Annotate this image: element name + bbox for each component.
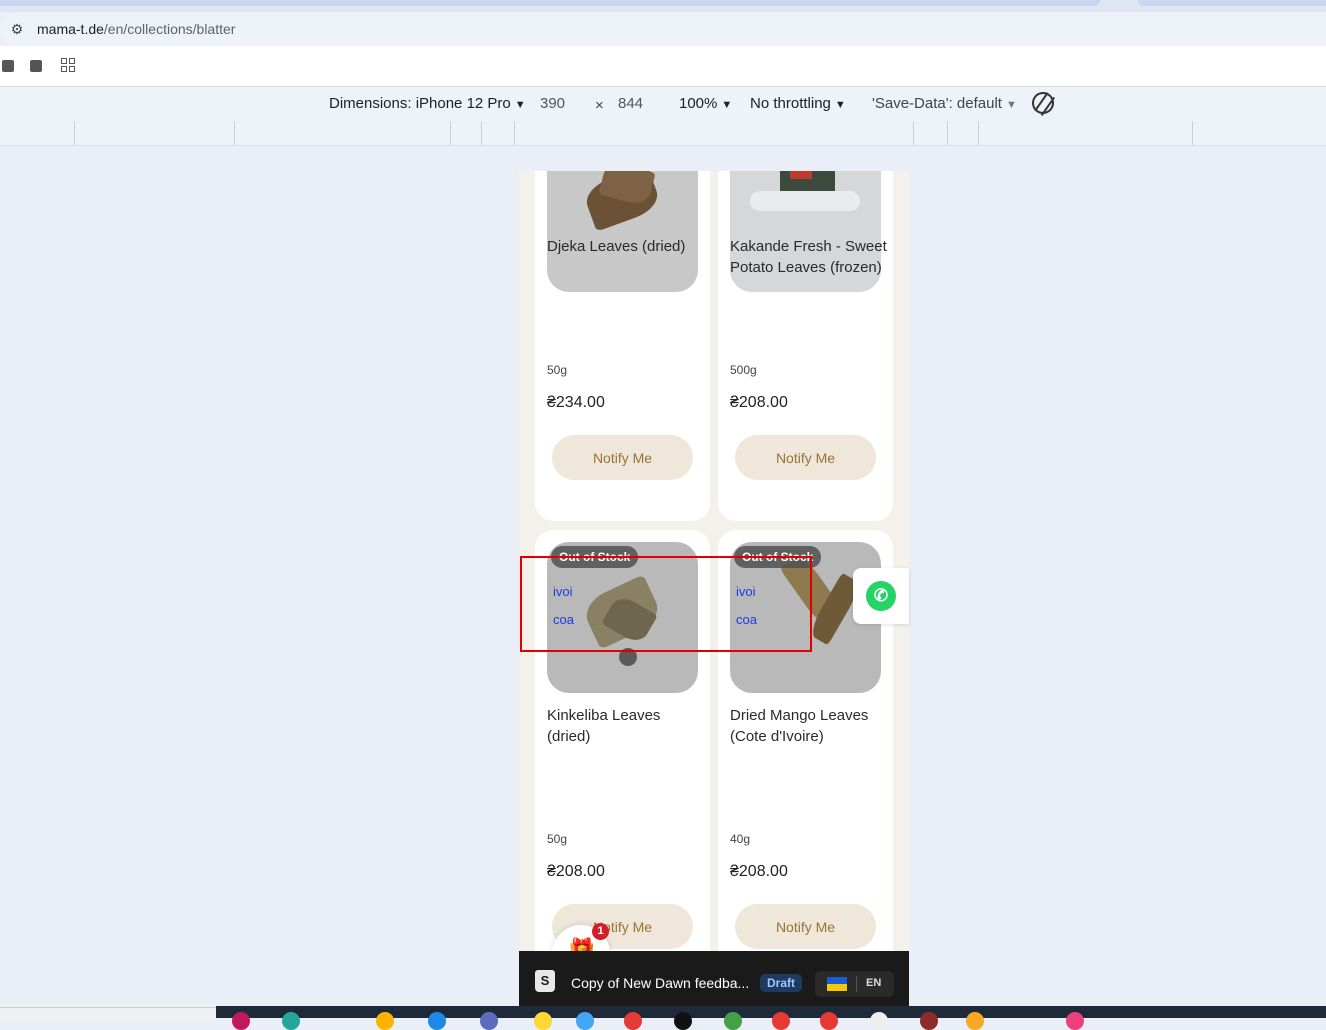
media-query-ruler bbox=[0, 121, 1326, 146]
url-text[interactable]: mama-t.de/en/collections/blatter bbox=[37, 21, 235, 37]
app-icon[interactable] bbox=[1066, 1012, 1084, 1030]
chevron-down-icon: ▼ bbox=[1005, 99, 1017, 111]
product-title[interactable]: Kakande Fresh - Sweet Potato Leaves (fro… bbox=[730, 236, 888, 278]
product-image[interactable] bbox=[547, 171, 698, 292]
app-icon[interactable] bbox=[576, 1012, 594, 1030]
product-price: ₴234.00 bbox=[547, 394, 605, 411]
tab-strip bbox=[0, 0, 1326, 12]
theme-name[interactable]: Copy of New Dawn feedba... bbox=[571, 975, 749, 991]
whatsapp-icon: ✆ bbox=[866, 581, 896, 611]
shopify-preview-bar: S Copy of New Dawn feedba... Draft EN bbox=[519, 951, 909, 1007]
chevron-down-icon: ▼ bbox=[834, 99, 846, 111]
times-icon: × bbox=[595, 97, 604, 114]
chrome-icon[interactable] bbox=[624, 1012, 642, 1030]
zoom-label: 100% bbox=[679, 95, 718, 112]
gift-count-badge: 1 bbox=[592, 923, 609, 940]
save-data-select[interactable]: 'Save-Data': default ▼ bbox=[872, 95, 1017, 112]
product-weight: 500g bbox=[730, 363, 757, 377]
dimensions-label: Dimensions: iPhone 12 Pro bbox=[329, 95, 511, 112]
app-icon[interactable] bbox=[534, 1012, 552, 1030]
product-title[interactable]: Djeka Leaves (dried) bbox=[547, 236, 705, 257]
dimensions-select[interactable]: Dimensions: iPhone 12 Pro ▼ bbox=[329, 95, 526, 112]
whatsapp-button[interactable]: ✆ bbox=[853, 568, 909, 624]
grid-icon[interactable] bbox=[61, 58, 75, 72]
product-title[interactable]: Dried Mango Leaves (Cote d'Ivoire) bbox=[730, 705, 888, 747]
notify-me-button[interactable]: Notify Me bbox=[735, 435, 876, 480]
site-settings-icon[interactable]: ⚙ bbox=[8, 21, 26, 37]
address-bar: ⚙ mama-t.de/en/collections/blatter bbox=[0, 12, 1326, 46]
draft-badge: Draft bbox=[760, 974, 803, 992]
locale-code: EN bbox=[866, 977, 882, 989]
tab-other[interactable] bbox=[1138, 0, 1326, 6]
chevron-down-icon: ▼ bbox=[721, 99, 733, 111]
device-toggle-icon[interactable] bbox=[30, 60, 42, 72]
selection-highlight bbox=[520, 556, 812, 652]
url-path: /en/collections/blatter bbox=[103, 21, 236, 37]
product-price: ₴208.00 bbox=[730, 863, 788, 880]
product-price: ₴208.00 bbox=[730, 394, 788, 411]
ukraine-flag-icon bbox=[827, 977, 847, 991]
product-weight: 40g bbox=[730, 832, 751, 846]
notify-me-button[interactable]: Notify Me bbox=[735, 904, 876, 949]
devtools-toolbar bbox=[0, 46, 1326, 86]
device-toolbar: Dimensions: iPhone 12 Pro ▼ 390 × 844 100… bbox=[0, 86, 1326, 122]
app-icon[interactable] bbox=[674, 1012, 692, 1030]
app-icon[interactable] bbox=[772, 1012, 790, 1030]
notify-me-button[interactable]: Notify Me bbox=[552, 435, 693, 480]
zoom-select[interactable]: 100% ▼ bbox=[679, 95, 732, 112]
app-icon[interactable] bbox=[920, 1012, 938, 1030]
product-weight: 50g bbox=[547, 363, 568, 377]
omnibox[interactable]: ⚙ mama-t.de/en/collections/blatter bbox=[0, 12, 1326, 46]
throttling-label: No throttling bbox=[750, 95, 831, 112]
app-icon[interactable] bbox=[966, 1012, 984, 1030]
app-icon[interactable] bbox=[724, 1012, 742, 1030]
height-input[interactable]: 844 bbox=[618, 95, 643, 112]
app-icon[interactable] bbox=[282, 1012, 300, 1030]
width-input[interactable]: 390 bbox=[540, 95, 565, 112]
taskbar-start-area bbox=[0, 1007, 216, 1019]
divider bbox=[856, 976, 857, 992]
app-icon[interactable] bbox=[232, 1012, 250, 1030]
chevron-down-icon: ▼ bbox=[514, 99, 526, 111]
app-icon[interactable] bbox=[480, 1012, 498, 1030]
app-icon[interactable] bbox=[820, 1012, 838, 1030]
locale-selector[interactable]: EN bbox=[815, 971, 894, 997]
inspect-element-icon[interactable] bbox=[2, 60, 14, 72]
throttling-select[interactable]: No throttling ▼ bbox=[750, 95, 846, 112]
app-icon[interactable] bbox=[870, 1012, 888, 1030]
save-data-label: 'Save-Data': default bbox=[872, 95, 1002, 112]
product-price: ₴208.00 bbox=[547, 863, 605, 880]
product-title[interactable]: Kinkeliba Leaves (dried) bbox=[547, 705, 705, 747]
rotate-icon[interactable] bbox=[1027, 87, 1059, 119]
url-host: mama-t.de bbox=[37, 21, 104, 37]
product-card[interactable]: Kakande Fresh - Sweet Potato Leaves (fro… bbox=[718, 171, 893, 521]
product-weight: 50g bbox=[547, 832, 568, 846]
taskbar bbox=[216, 1006, 1326, 1030]
tab-active[interactable] bbox=[0, 0, 1100, 6]
product-card[interactable]: Djeka Leaves (dried) 50g ₴234.00 Notify … bbox=[535, 171, 710, 521]
shopify-bag-icon[interactable]: S bbox=[535, 970, 555, 992]
app-icon[interactable] bbox=[376, 1012, 394, 1030]
app-icon[interactable] bbox=[428, 1012, 446, 1030]
